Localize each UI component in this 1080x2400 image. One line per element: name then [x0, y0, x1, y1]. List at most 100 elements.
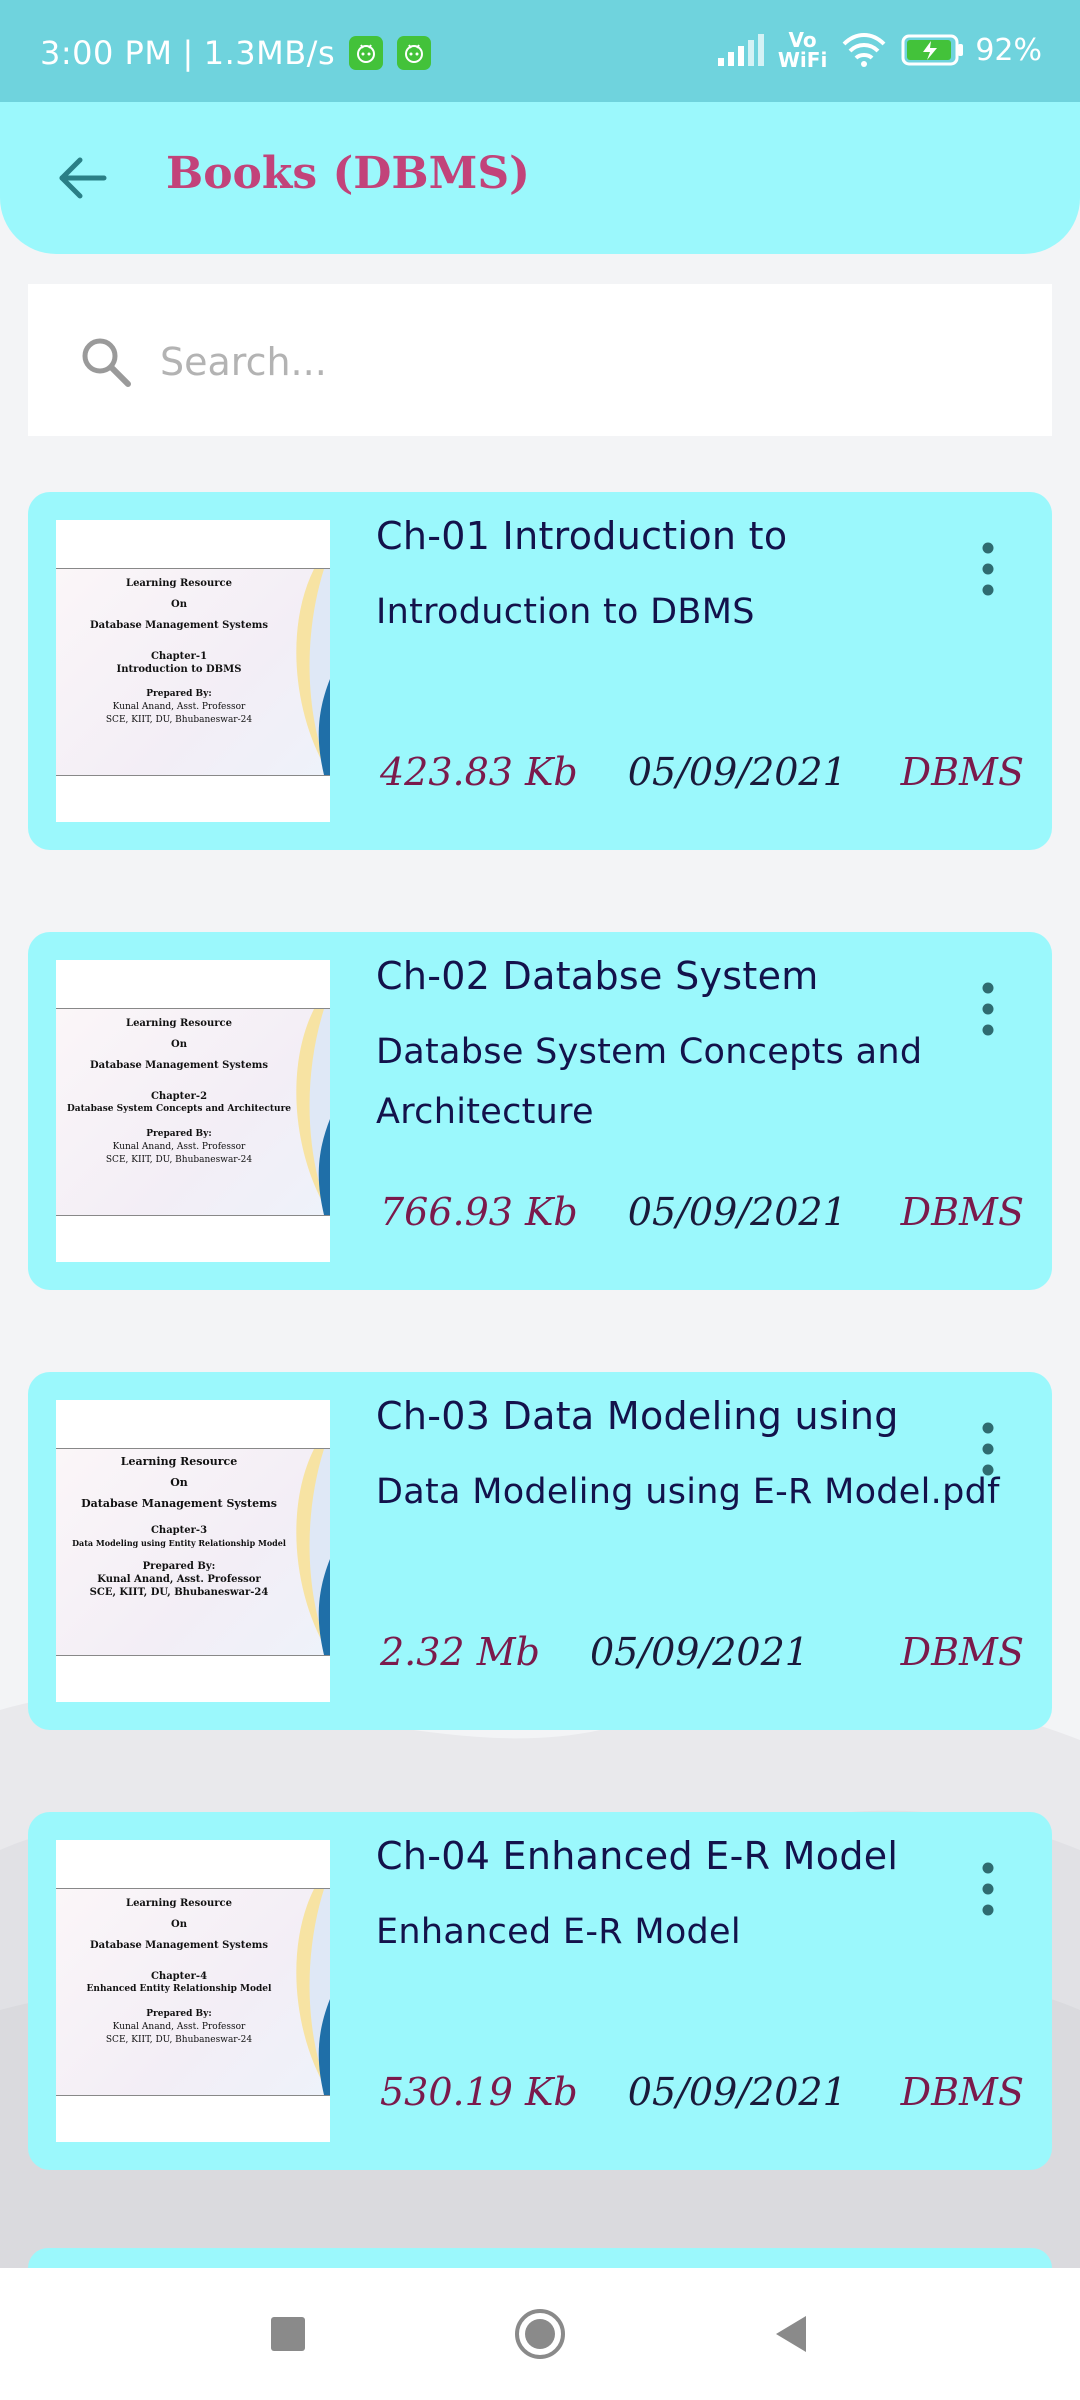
book-title: Ch-04 Enhanced E-R Model	[376, 1834, 899, 1878]
thumb-line: Learning Resource	[126, 1898, 232, 1909]
thumb-line: Database System Concepts and Architectur…	[66, 1104, 292, 1114]
status-separator: |	[182, 34, 194, 72]
more-vertical-icon[interactable]	[978, 1420, 998, 1478]
thumb-line: Learning Resource	[126, 578, 232, 589]
signal-icon	[717, 34, 764, 66]
thumb-line: Kunal Anand, Asst. Professor	[112, 702, 246, 712]
search-bar[interactable]	[28, 284, 1052, 436]
thumb-line: Learning Resource	[126, 1018, 232, 1029]
triangle-back-icon	[776, 2316, 806, 2352]
search-icon	[82, 338, 131, 387]
book-thumbnail: Learning Resource On Database Management…	[56, 520, 330, 822]
thumb-line: SCE, KIIT, DU, Bhubaneswar-24	[105, 1155, 253, 1165]
thumb-line: Chapter-2	[150, 1091, 208, 1102]
system-navigation-bar	[0, 2268, 1080, 2400]
thumb-line: On	[171, 1919, 187, 1930]
more-vertical-icon[interactable]	[978, 1860, 998, 1918]
thumbnail-slide: Learning Resource On Database Management…	[56, 1008, 330, 1216]
thumb-line: Enhanced Entity Relationship Model	[86, 1984, 272, 1994]
book-meta: 530.19 Kb 05/09/2021 DBMS	[380, 2070, 1024, 2114]
vowifi-bottom-label: WiFi	[777, 48, 828, 72]
thumb-line: Database Management Systems	[81, 1497, 277, 1510]
thumb-line: On	[171, 1039, 187, 1050]
book-date: 05/09/2021	[589, 1630, 809, 1674]
recents-button[interactable]	[252, 2298, 324, 2370]
thumb-line: Kunal Anand, Asst. Professor	[112, 2022, 246, 2032]
book-thumbnail: Learning Resource On Database Management…	[56, 1840, 330, 2142]
thumb-line: On	[171, 599, 187, 610]
thumb-line: Database Management Systems	[89, 1940, 269, 1951]
book-card-ch04[interactable]: Learning Resource On Database Management…	[28, 1812, 1052, 2170]
book-subtitle: Data Modeling using E-R Model.pdf	[376, 1472, 1000, 1512]
thumb-line: Learning Resource	[120, 1455, 238, 1468]
book-date: 05/09/2021	[627, 2070, 847, 2114]
search-input[interactable]	[158, 324, 1022, 400]
book-meta: 423.83 Kb 05/09/2021 DBMS	[380, 750, 1024, 794]
status-left: 3:00 PM | 1.3MB/s	[40, 34, 432, 72]
thumbnail-slide: Learning Resource On Database Management…	[56, 568, 330, 776]
book-file-size: 423.83 Kb	[380, 750, 578, 794]
thumb-line: Database Management Systems	[89, 620, 269, 631]
thumb-line: Chapter-3	[150, 1525, 208, 1536]
status-network-speed: 1.3MB/s	[203, 34, 336, 72]
book-meta: 2.32 Mb 05/09/2021 DBMS	[380, 1630, 1024, 1674]
book-subject-tag: DBMS	[900, 1190, 1024, 1234]
book-subject-tag: DBMS	[900, 1630, 1024, 1674]
app-header: Books (DBMS)	[0, 102, 1080, 254]
thumb-line: On	[170, 1476, 188, 1489]
book-file-size: 2.32 Mb	[380, 1630, 540, 1674]
book-subject-tag: DBMS	[900, 750, 1024, 794]
thumb-line: Kunal Anand, Asst. Professor	[112, 1142, 246, 1152]
book-subtitle: Databse System Concepts and Architecture	[376, 1032, 923, 1132]
status-right: Vo WiFi 92%	[716, 30, 1042, 70]
thumb-line: Prepared By:	[146, 1129, 212, 1139]
thumb-line: SCE, KIIT, DU, Bhubaneswar-24	[105, 2035, 253, 2045]
more-vertical-icon[interactable]	[978, 980, 998, 1038]
wifi-icon	[842, 33, 886, 67]
square-icon	[271, 2317, 305, 2351]
book-date: 05/09/2021	[627, 750, 847, 794]
book-subtitle: Introduction to DBMS	[376, 592, 755, 632]
android-notification-icon	[349, 36, 384, 70]
thumbnail-slide: Learning Resource On Database Management…	[56, 1448, 330, 1656]
book-meta: 766.93 Kb 05/09/2021 DBMS	[380, 1190, 1024, 1234]
android-notification-icon	[397, 36, 432, 70]
circle-icon	[515, 2309, 565, 2359]
book-subject-tag: DBMS	[900, 2070, 1024, 2114]
status-bar: 3:00 PM | 1.3MB/s Vo WiFi 92%	[0, 0, 1080, 102]
vowifi-indicator: Vo WiFi	[778, 30, 827, 70]
book-title: Ch-03 Data Modeling using	[376, 1394, 899, 1438]
book-file-size: 766.93 Kb	[380, 1190, 578, 1234]
battery-percentage: 92%	[975, 32, 1042, 68]
thumb-line: Data Modeling using Entity Relationship …	[72, 1538, 286, 1548]
book-card-ch02[interactable]: Learning Resource On Database Management…	[28, 932, 1052, 1290]
book-subtitle: Enhanced E-R Model	[376, 1912, 741, 1952]
thumb-line: Chapter-1	[150, 651, 208, 662]
home-button[interactable]	[504, 2298, 576, 2370]
thumb-line: Database Management Systems	[89, 1060, 269, 1071]
book-card-ch03[interactable]: Learning Resource On Database Management…	[28, 1372, 1052, 1730]
thumb-line: Prepared By:	[146, 689, 212, 699]
page-title: Books (DBMS)	[166, 148, 530, 199]
book-thumbnail: Learning Resource On Database Management…	[56, 1400, 330, 1702]
thumb-line: SCE, KIIT, DU, Bhubaneswar-24	[105, 715, 253, 725]
book-file-size: 530.19 Kb	[380, 2070, 578, 2114]
thumb-line: Prepared By:	[146, 2009, 212, 2019]
system-back-button[interactable]	[756, 2298, 828, 2370]
book-list: Learning Resource On Database Management…	[28, 492, 1052, 2252]
thumb-line: Introduction to DBMS	[116, 664, 242, 675]
arrow-left-icon	[59, 157, 107, 199]
book-card-partial[interactable]	[28, 2248, 1052, 2268]
back-button[interactable]	[50, 146, 114, 210]
book-thumbnail: Learning Resource On Database Management…	[56, 960, 330, 1262]
thumbnail-slide: Learning Resource On Database Management…	[56, 1888, 330, 2096]
status-time: 3:00 PM	[40, 34, 173, 72]
thumb-line: Prepared By:	[142, 1561, 216, 1572]
book-card-ch01[interactable]: Learning Resource On Database Management…	[28, 492, 1052, 850]
battery-icon	[901, 34, 964, 66]
book-title: Ch-01 Introduction to	[376, 514, 788, 558]
thumb-line: SCE, KIIT, DU, Bhubaneswar-24	[89, 1587, 269, 1598]
vowifi-top-label: Vo	[788, 28, 817, 52]
more-vertical-icon[interactable]	[978, 540, 998, 598]
book-date: 05/09/2021	[627, 1190, 847, 1234]
